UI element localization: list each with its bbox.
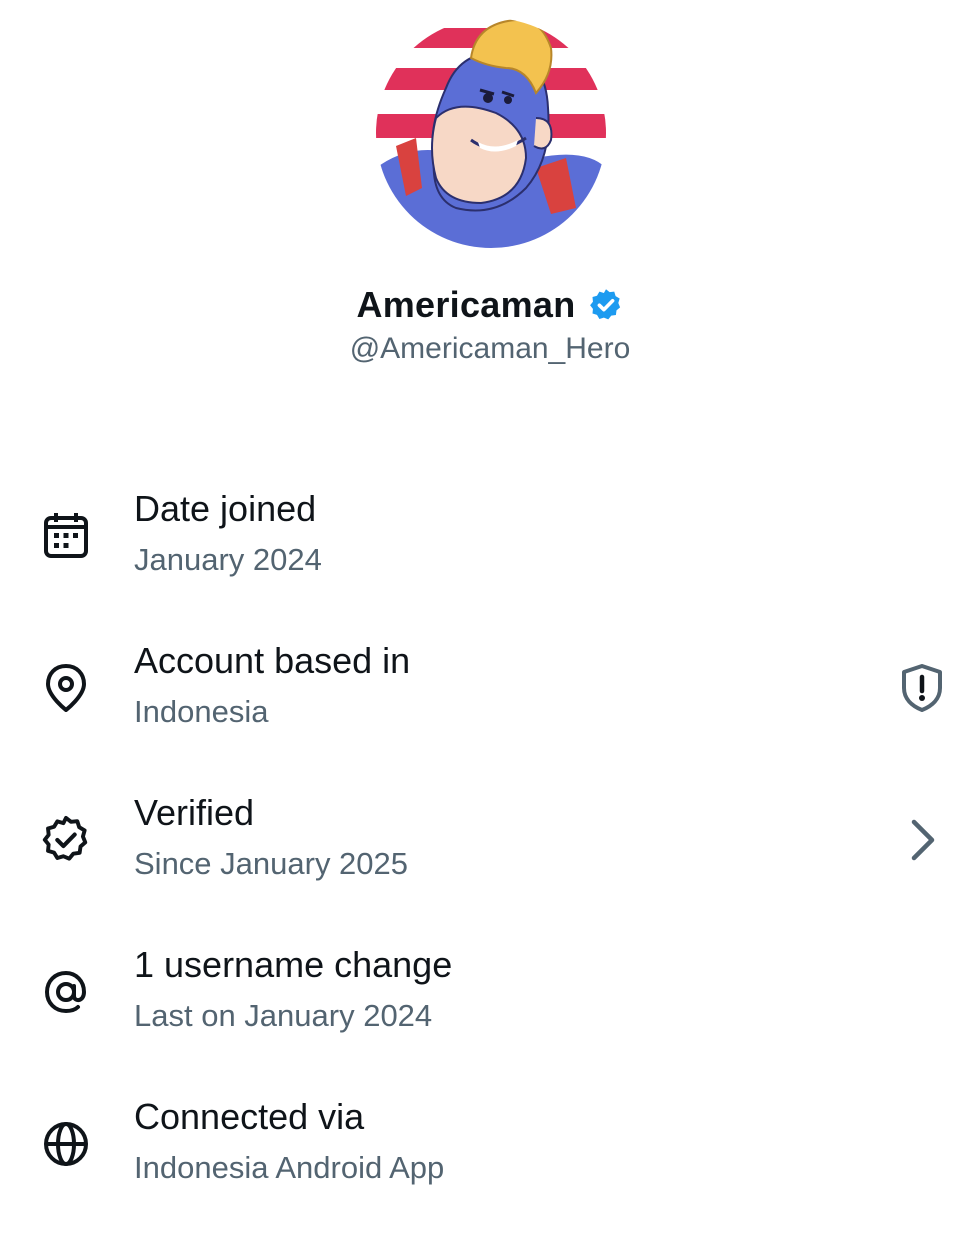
row-subtitle: Since January 2025 <box>134 846 409 881</box>
list-item-account-based-in: Account based in Indonesia <box>0 630 980 782</box>
cartoon-hero-avatar <box>376 18 606 248</box>
row-subtitle: Indonesia <box>134 694 269 729</box>
list-item-username-change: 1 username change Last on January 2024 <box>0 934 980 1086</box>
account-info-list: Date joined January 2024 Account based i… <box>0 478 980 1238</box>
globe-icon <box>40 1118 92 1170</box>
row-title: Connected via <box>134 1096 365 1137</box>
row-title: Date joined <box>134 488 317 529</box>
verified-outline-icon <box>40 814 92 866</box>
display-name: Americaman <box>356 284 576 325</box>
row-title: Verified <box>134 792 255 833</box>
shield-alert-icon[interactable] <box>894 660 950 716</box>
profile-header: Americaman @Americaman_Hero <box>0 0 980 400</box>
username-handle: @Americaman_Hero <box>349 332 631 365</box>
location-pin-icon <box>40 662 92 714</box>
row-subtitle: Last on January 2024 <box>134 998 433 1033</box>
at-sign-icon <box>40 966 92 1018</box>
list-item-date-joined: Date joined January 2024 <box>0 478 980 630</box>
name-row: Americaman <box>0 284 980 326</box>
list-item-verified[interactable]: Verified Since January 2025 <box>0 782 980 934</box>
row-title: Account based in <box>134 640 411 681</box>
list-item-connected-via: Connected via Indonesia Android App <box>0 1086 980 1238</box>
avatar[interactable] <box>376 18 606 248</box>
row-title: 1 username change <box>134 944 453 985</box>
row-subtitle: Indonesia Android App <box>134 1150 445 1185</box>
calendar-icon <box>40 510 92 562</box>
verified-badge-icon <box>588 287 624 323</box>
row-subtitle: January 2024 <box>134 542 322 577</box>
chevron-right-icon[interactable] <box>894 812 950 868</box>
